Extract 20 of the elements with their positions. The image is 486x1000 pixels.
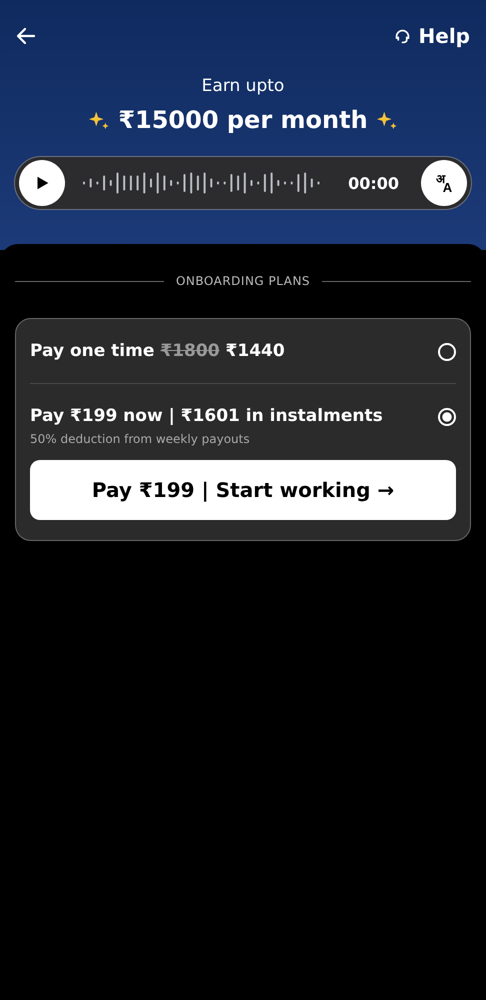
- section-title: ONBOARDING PLANS: [176, 274, 310, 288]
- plan-note: 50% deduction from weekly payouts: [30, 432, 251, 446]
- radio-button[interactable]: [438, 408, 456, 426]
- play-button[interactable]: [19, 160, 65, 206]
- sparkle-icon: [88, 109, 110, 131]
- sparkle-icon: [376, 109, 398, 131]
- language-button[interactable]: अA: [421, 160, 467, 206]
- original-price: ₹1800: [160, 341, 220, 361]
- radio-button[interactable]: [438, 343, 456, 361]
- plan-title: Pay one time: [30, 341, 154, 361]
- plan-title: Pay ₹199 now | ₹1601 in instalments: [30, 406, 383, 426]
- help-link[interactable]: Help: [418, 24, 470, 48]
- audio-time: 00:00: [348, 174, 399, 192]
- earn-amount: ₹15000 per month: [118, 106, 368, 134]
- plan-price: ₹1440: [226, 341, 285, 361]
- earn-label: Earn upto: [200, 76, 286, 96]
- headset-icon[interactable]: [394, 28, 411, 44]
- plan-option[interactable]: Pay one time ₹1800 ₹1440: [30, 319, 456, 383]
- pay-button[interactable]: Pay ₹199 | Start working →: [30, 460, 456, 520]
- plan-option[interactable]: Pay ₹199 now | ₹1601 in instalments 50% deduction from weekly payouts: [30, 384, 456, 460]
